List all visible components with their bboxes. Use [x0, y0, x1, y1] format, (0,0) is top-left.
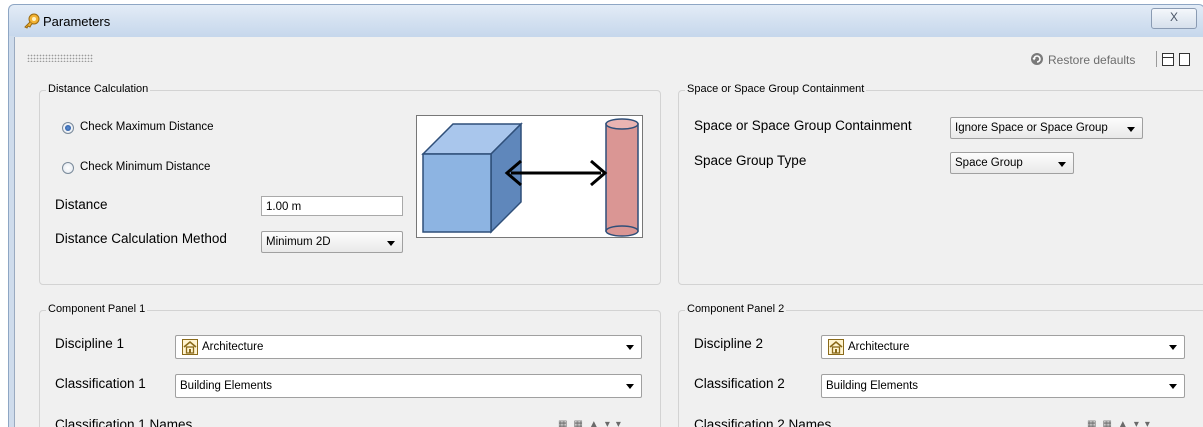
down-icon[interactable]: ▾▾ — [1134, 419, 1156, 427]
containment-label: Space or Space Group Containment — [694, 118, 912, 133]
classification-2-tools[interactable]: ▦▦▲▾▾ — [1087, 419, 1156, 427]
grid-icon[interactable]: ▦ — [573, 419, 588, 427]
toolbar-grip[interactable] — [27, 54, 93, 62]
grid-icon[interactable]: ▦ — [1087, 419, 1102, 427]
distance-label: Distance — [55, 197, 108, 212]
title-bar: Parameters X — [8, 4, 1203, 37]
radio-min-distance[interactable] — [62, 162, 74, 174]
window-title: Parameters — [43, 14, 111, 29]
group-title: Distance Calculation — [46, 83, 151, 95]
client-area: Restore defaults Distance Calculation Ch… — [14, 37, 1203, 427]
space-group-type-value: Space Group — [955, 157, 1023, 169]
group-title: Component Panel 1 — [46, 303, 148, 315]
toolbar: Restore defaults — [15, 37, 1203, 75]
grid-icon[interactable]: ▦ — [1102, 419, 1117, 427]
discipline-1-value: Architecture — [202, 341, 264, 353]
classification-2-value: Building Elements — [826, 380, 919, 392]
classification-1-value: Building Elements — [180, 380, 273, 392]
chevron-down-icon — [1169, 384, 1177, 389]
discipline-1-label: Discipline 1 — [55, 336, 125, 351]
component-panel-1: Component Panel 1 — [39, 303, 661, 427]
discipline-1-select[interactable]: Architecture — [175, 335, 642, 359]
radio-min-label[interactable]: Check Minimum Distance — [80, 161, 210, 173]
down-icon[interactable]: ▾▾ — [605, 419, 627, 427]
group-title: Component Panel 2 — [685, 303, 787, 315]
up-icon[interactable]: ▲ — [1118, 419, 1134, 427]
method-value: Minimum 2D — [266, 236, 331, 248]
component-panel-2: Component Panel 2 — [678, 303, 1203, 427]
method-select[interactable]: Minimum 2D — [261, 231, 403, 253]
grid-icon[interactable]: ▦ — [558, 419, 573, 427]
classification-2-names-label: Classification 2 Names — [694, 417, 832, 427]
group-title: Space or Space Group Containment — [685, 83, 867, 95]
radio-max-label[interactable]: Check Maximum Distance — [80, 121, 214, 133]
discipline-2-value: Architecture — [848, 341, 910, 353]
chevron-down-icon — [1127, 127, 1135, 132]
settings-key-icon — [24, 13, 40, 29]
chevron-down-icon — [1058, 162, 1066, 167]
containment-value: Ignore Space or Space Group — [955, 122, 1108, 134]
close-icon: X — [1169, 10, 1178, 24]
discipline-2-select[interactable]: Architecture — [821, 335, 1185, 359]
chevron-down-icon — [1169, 345, 1177, 350]
distance-input[interactable]: 1.00 m — [261, 196, 403, 216]
classification-2-select[interactable]: Building Elements — [821, 374, 1185, 398]
distance-illustration — [416, 115, 643, 238]
restore-icon[interactable] — [1030, 52, 1044, 66]
classification-1-select[interactable]: Building Elements — [175, 374, 642, 398]
chevron-down-icon — [626, 384, 634, 389]
discipline-architecture-icon — [828, 339, 844, 355]
discipline-2-label: Discipline 2 — [694, 336, 764, 351]
maximize-icon[interactable] — [1179, 53, 1190, 66]
chevron-down-icon — [626, 345, 634, 350]
space-group-type-label: Space Group Type — [694, 153, 807, 168]
space-group-type-select[interactable]: Space Group — [950, 152, 1074, 174]
radio-max-distance[interactable] — [62, 122, 74, 134]
discipline-architecture-icon — [182, 339, 198, 355]
classification-1-label: Classification 1 — [55, 376, 146, 391]
classification-2-label: Classification 2 — [694, 376, 785, 391]
parameters-window: Parameters X Restore defaults Distance C… — [0, 0, 1203, 427]
containment-select[interactable]: Ignore Space or Space Group — [950, 117, 1143, 139]
close-button[interactable]: X — [1151, 8, 1197, 29]
chevron-down-icon — [387, 241, 395, 246]
classification-1-tools[interactable]: ▦▦▲▾▾ — [558, 419, 627, 427]
method-label: Distance Calculation Method — [55, 231, 227, 246]
layout-icon[interactable] — [1162, 53, 1174, 66]
up-icon[interactable]: ▲ — [589, 419, 605, 427]
toolbar-separator — [1156, 51, 1157, 67]
classification-1-names-label: Classification 1 Names — [55, 417, 193, 427]
restore-defaults-button[interactable]: Restore defaults — [1048, 53, 1135, 67]
